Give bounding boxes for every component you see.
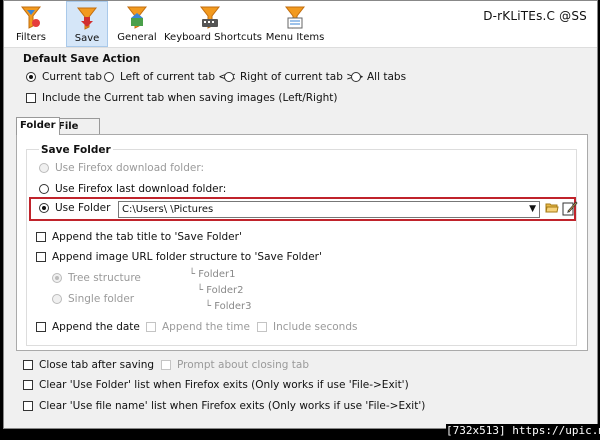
radio-single-folder[interactable]: Single folder [52,293,134,305]
radio-all-tabs[interactable]: All tabs [351,71,406,83]
append-url-structure-checkbox[interactable]: Append image URL folder structure to 'Sa… [36,251,322,263]
toolbar-filters-label: Filters [16,32,46,43]
toolbar-save-label: Save [74,33,100,44]
filter-icon [20,6,42,29]
radio-use-firefox-last-download-folder-label: Use Firefox last download folder: [55,183,227,195]
append-url-structure-box[interactable] [36,252,46,262]
append-date-checkbox[interactable]: Append the date [36,321,140,333]
radio-tree-structure-label: Tree structure [68,272,141,284]
save-icon [76,7,98,30]
chevron-down-icon[interactable]: ▼ [529,202,536,217]
keyboard-icon [199,6,221,29]
options-window: Filters Save General Keyboard Shortcuts … [3,0,598,429]
radio-use-firefox-download-folder-dot[interactable] [39,163,49,173]
radio-all-tabs-dot[interactable] [351,72,361,82]
prompt-closing-tab-label: Prompt about closing tab [177,359,310,371]
radio-all-tabs-label: All tabs [367,71,407,83]
menu-icon [284,6,306,29]
append-tab-title-checkbox[interactable]: Append the tab title to 'Save Folder' [36,231,242,243]
clear-use-file-name-checkbox[interactable]: Clear 'Use file name' list when Firefox … [23,400,425,412]
save-folder-title: Save Folder [39,144,113,156]
append-time-checkbox[interactable]: Append the time [146,321,250,333]
radio-use-folder[interactable]: Use Folder [39,202,110,214]
toolbar-save-button[interactable]: Save [66,1,108,47]
radio-use-firefox-last-download-folder[interactable]: Use Firefox last download folder: [39,183,226,195]
radio-use-firefox-download-folder[interactable]: Use Firefox download folder: [39,162,204,174]
clear-use-file-name-label: Clear 'Use file name' list when Firefox … [39,400,426,412]
brand-label: D-rKLiTEs.C @SS [483,9,587,23]
tab-folder[interactable]: Folder [16,117,60,135]
radio-left-of-current-tab[interactable]: Left of current tab << [104,71,236,83]
radio-use-firefox-download-folder-label: Use Firefox download folder: [55,162,204,174]
append-time-box[interactable] [146,322,156,332]
tree-preview-folder1: └ Folder1 [189,269,236,280]
default-save-action-title: Default Save Action [23,53,141,65]
radio-current-tab-label: Current tab [42,71,102,83]
close-tab-after-saving-checkbox[interactable]: Close tab after saving [23,359,154,371]
append-time-label: Append the time [162,321,250,333]
tree-preview-folder3: └ Folder3 [205,301,252,312]
include-current-tab-label: Include the Current tab when saving imag… [42,92,338,104]
radio-right-of-current-tab[interactable]: Right of current tab >> [224,71,364,83]
radio-use-folder-label: Use Folder [55,202,111,214]
clear-use-file-name-box[interactable] [23,401,33,411]
open-folder-icon[interactable] [545,201,559,215]
radio-use-firefox-last-download-folder-dot[interactable] [39,184,49,194]
clear-use-folder-checkbox[interactable]: Clear 'Use Folder' list when Firefox exi… [23,379,409,391]
close-tab-after-saving-box[interactable] [23,360,33,370]
tree-preview-folder2: └ Folder2 [197,285,244,296]
toolbar-keyboard-shortcuts-button[interactable]: Keyboard Shortcuts [164,1,262,47]
toolbar-menu-items-label: Menu Items [265,32,325,43]
toolbar-filters-button[interactable]: Filters [8,1,54,47]
include-current-tab-checkbox[interactable]: Include the Current tab when saving imag… [26,92,338,104]
include-seconds-box[interactable] [257,322,267,332]
append-tab-title-box[interactable] [36,232,46,242]
folder-path-combobox[interactable]: C:\Users\ \Pictures ▼ [118,201,540,218]
append-date-label: Append the date [52,321,140,333]
append-date-box[interactable] [36,322,46,332]
radio-left-of-current-tab-label: Left of current tab << [120,71,236,83]
include-seconds-checkbox[interactable]: Include seconds [257,321,357,333]
append-url-structure-label: Append image URL folder structure to 'Sa… [52,251,322,263]
radio-current-tab-dot[interactable] [26,72,36,82]
clear-use-folder-label: Clear 'Use Folder' list when Firefox exi… [39,379,409,391]
save-folder-group [26,149,577,346]
prompt-closing-tab-box[interactable] [161,360,171,370]
toolbar-menu-items-button[interactable]: Menu Items [262,1,328,47]
toolbar-keyboard-shortcuts-label: Keyboard Shortcuts [164,32,262,43]
use-folder-row: Use Folder C:\Users\ \Pictures ▼ [29,197,578,221]
radio-left-of-current-tab-dot[interactable] [104,72,114,82]
append-tab-title-label: Append the tab title to 'Save Folder' [52,231,242,243]
include-seconds-label: Include seconds [273,321,358,333]
tab-file-names[interactable]: File Names [54,118,101,147]
radio-right-of-current-tab-label: Right of current tab >> [240,71,364,83]
folder-path-value: C:\Users\ \Pictures [122,204,214,215]
radio-single-folder-label: Single folder [68,293,135,305]
edit-folder-icon[interactable] [562,200,578,216]
clear-use-folder-box[interactable] [23,380,33,390]
radio-single-folder-dot[interactable] [52,294,62,304]
toolbar-general-button[interactable]: General [114,1,160,47]
prompt-closing-tab-checkbox[interactable]: Prompt about closing tab [161,359,309,371]
toolbar: Filters Save General Keyboard Shortcuts … [4,1,597,48]
radio-use-folder-dot[interactable] [39,203,49,213]
close-tab-after-saving-label: Close tab after saving [39,359,155,371]
watermark-label: [732x513] https://upic.me/ [446,424,600,437]
radio-current-tab[interactable]: Current tab [26,71,102,83]
radio-tree-structure[interactable]: Tree structure [52,272,141,284]
include-current-tab-box[interactable] [26,93,36,103]
radio-right-of-current-tab-dot[interactable] [224,72,234,82]
general-icon [126,6,148,29]
folder-panel: Save Folder Use Firefox download folder:… [16,134,588,351]
radio-tree-structure-dot[interactable] [52,273,62,283]
toolbar-general-label: General [117,32,157,43]
